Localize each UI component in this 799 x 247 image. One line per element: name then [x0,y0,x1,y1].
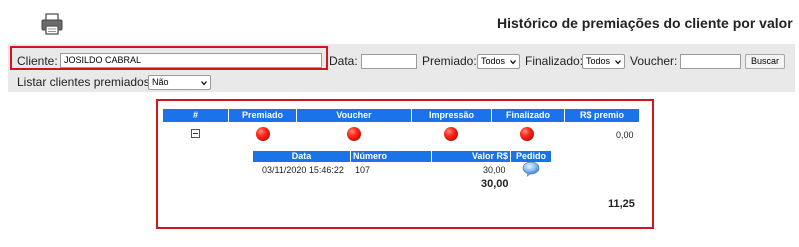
listar-label: Listar clientes premiados: [17,75,154,89]
detail-numero: 107 [355,165,371,175]
finalizado-select[interactable]: Todos [582,54,625,69]
premiado-label: Premiado: [422,54,477,68]
grid-total: 11,25 [608,198,635,210]
detail-col-valor: Valor R$ [432,151,510,162]
col-header-impressao: Impressão [412,109,491,122]
finalizado-label: Finalizado: [525,54,584,68]
voucher-input[interactable] [680,54,741,69]
detail-col-data: Data [253,151,350,162]
chevron-down-icon [615,60,621,65]
col-header-finalizado: Finalizado [492,109,564,122]
col-header-premio: R$ premio [565,109,639,122]
listar-select-value: Não [152,77,169,87]
buscar-button[interactable]: Buscar [745,54,785,69]
premiado-select-value: Todos [481,56,506,66]
chevron-down-icon [510,60,516,65]
finalizado-status-dot [520,127,534,141]
col-header-number: # [163,109,228,122]
detail-data: 03/11/2020 15:46:22 [262,165,344,175]
premio-value: 0,00 [616,130,634,140]
data-input[interactable] [361,54,417,69]
data-label: Data: [329,54,358,68]
col-header-premiado: Premiado [229,109,296,122]
premiado-select[interactable]: Todos [477,54,520,69]
cliente-highlight-box [10,46,328,70]
printer-icon[interactable] [40,12,64,36]
detail-col-numero: Número [351,151,431,162]
collapse-minus-icon[interactable] [191,129,200,138]
listar-select[interactable]: Não [148,75,211,90]
premiado-status-dot [256,127,270,141]
col-header-voucher: Voucher [297,109,411,122]
page-title: Histórico de premiações do cliente por v… [497,15,793,31]
chevron-down-icon [201,81,207,86]
impressao-status-dot [444,127,458,141]
detail-valor: 30,00 [483,165,506,175]
voucher-status-dot [347,127,361,141]
chat-bubble-icon[interactable] [522,161,540,177]
detail-subtotal: 30,00 [481,178,509,190]
finalizado-select-value: Todos [586,56,611,66]
voucher-label: Voucher: [630,54,678,68]
